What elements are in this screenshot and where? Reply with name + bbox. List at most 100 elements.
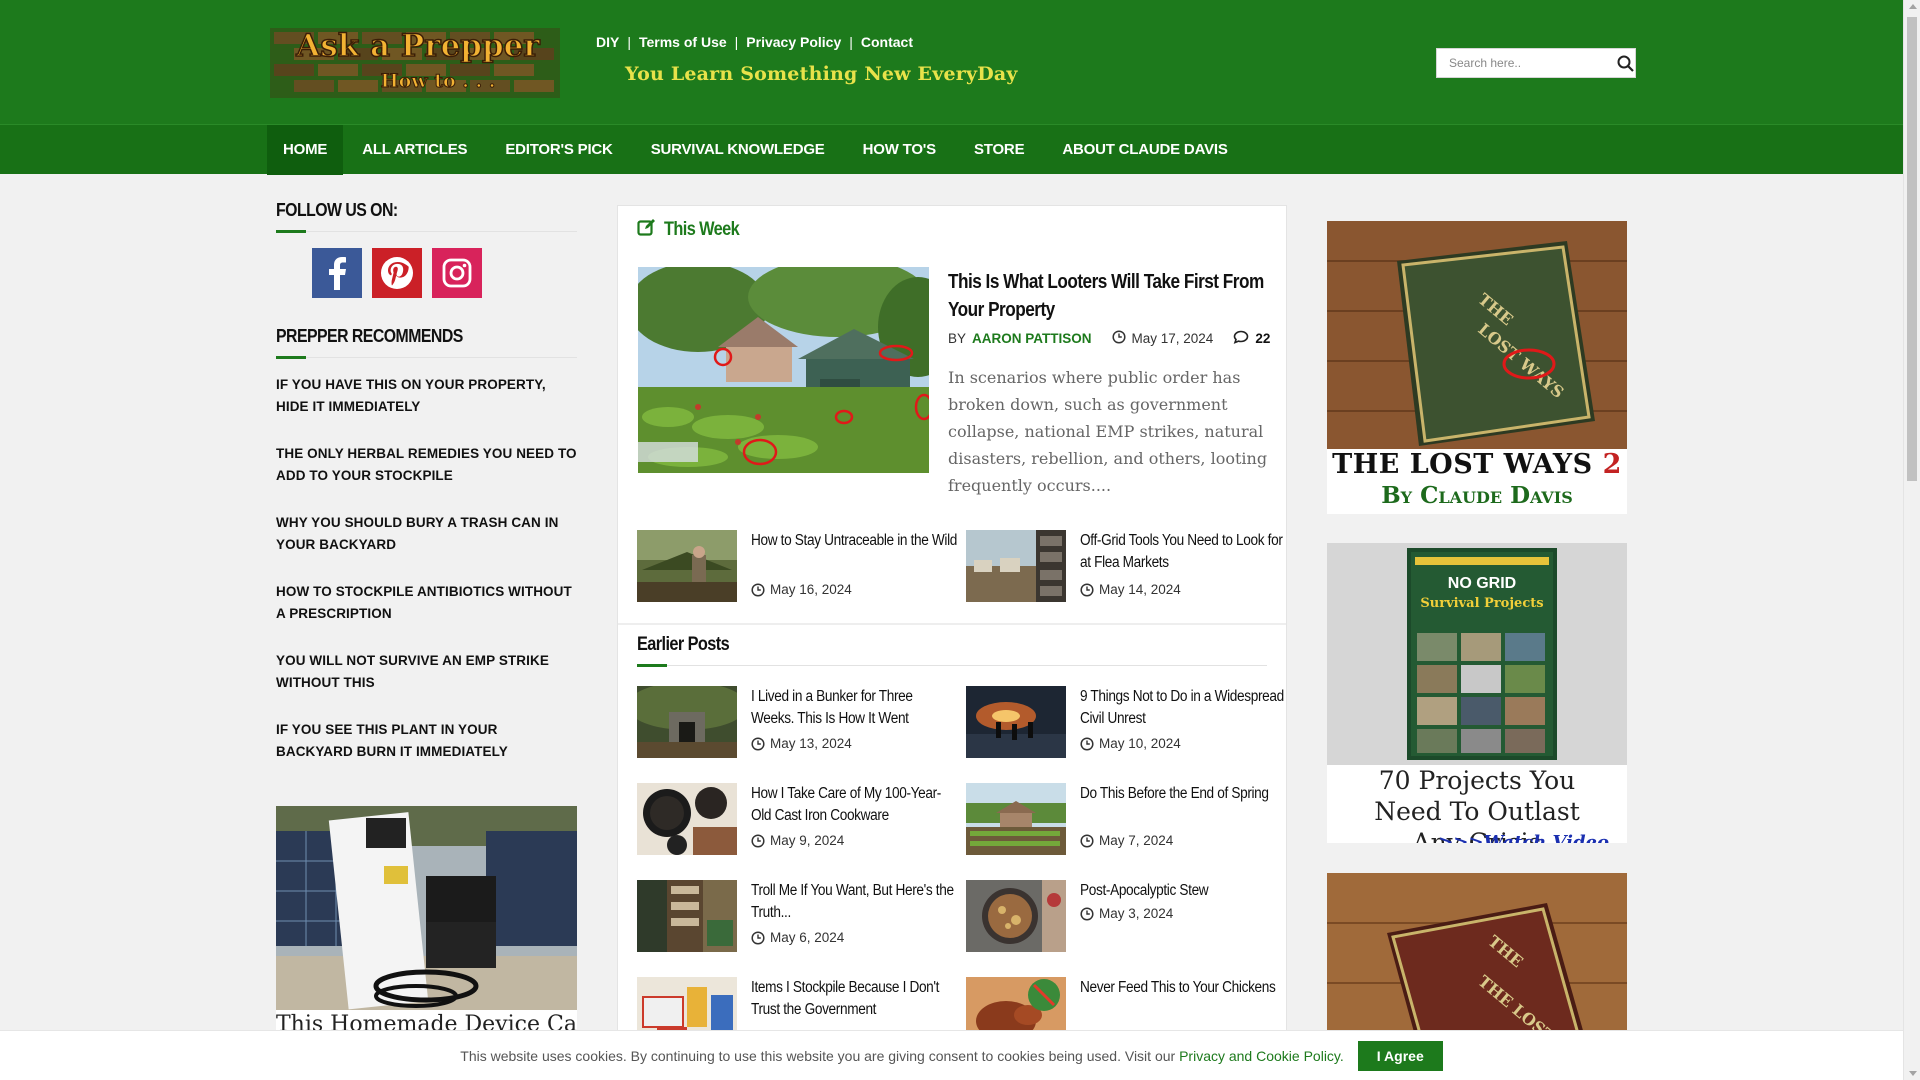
- post-date: May 7, 2024: [1080, 833, 1173, 848]
- scroll-up-icon[interactable]: [1909, 4, 1917, 9]
- post-title[interactable]: Do This Before the End of Spring: [1080, 783, 1287, 805]
- separator: |: [627, 34, 631, 50]
- byline-prefix: BY: [948, 331, 967, 346]
- main-navigation: HOME ALL ARTICLES EDITOR'S PICK SURVIVAL…: [0, 124, 1903, 175]
- clock-icon: [751, 930, 765, 945]
- top-link-diy[interactable]: DIY: [596, 34, 619, 50]
- lost-ways-book-image: THE LOST WAYS: [1327, 221, 1627, 449]
- post-date: May 16, 2024: [751, 582, 852, 597]
- post-thumbnail[interactable]: [966, 530, 1066, 602]
- list-item[interactable]: HOW TO STOCKPILE ANTIBIOTICS WITHOUT A P…: [276, 581, 577, 625]
- post-title[interactable]: Never Feed This to Your Chickens: [1080, 977, 1287, 999]
- post-title[interactable]: Off-Grid Tools You Need to Look for at F…: [1080, 530, 1287, 574]
- scrollbar-thumb[interactable]: [1907, 17, 1917, 481]
- featured-excerpt: In scenarios where public order has brok…: [948, 368, 1268, 495]
- watch-video-link[interactable]: >>>Watch Video: [1438, 827, 1609, 843]
- ad-lost-ways-2[interactable]: THE LOST WAYS THE LOST WAYS 2 By Claude …: [1327, 221, 1627, 514]
- post-thumbnail[interactable]: [966, 686, 1066, 758]
- list-item[interactable]: YOU WILL NOT SURVIVE AN EMP STRIKE WITHO…: [276, 650, 577, 694]
- comment-count[interactable]: 22: [1255, 331, 1270, 346]
- clock-icon: [1111, 330, 1126, 347]
- scroll-down-icon[interactable]: [1909, 1071, 1917, 1076]
- clock-icon: [751, 833, 765, 848]
- nav-survival-knowledge[interactable]: SURVIVAL KNOWLEDGE: [632, 125, 844, 175]
- post-thumbnail[interactable]: [637, 686, 737, 758]
- clock-icon: [751, 736, 765, 751]
- cookie-message: This website uses cookies. By continuing…: [460, 1047, 1344, 1064]
- section-title: This Week: [664, 219, 740, 240]
- post-date: May 9, 2024: [751, 833, 844, 848]
- site-logo[interactable]: Ask a Prepper How to . . .: [268, 18, 568, 104]
- main-content: This Week This Is What Looters Will Take…: [617, 205, 1287, 1080]
- featured-title[interactable]: This Is What Looters Will Take First Fro…: [948, 268, 1266, 324]
- list-item[interactable]: THE ONLY HERBAL REMEDIES YOU NEED TO ADD…: [276, 443, 577, 487]
- follow-title: FOLLOW US ON:: [276, 200, 398, 220]
- facebook-icon[interactable]: [312, 248, 362, 298]
- ad-caption: 70 Projects You Need To Outlast Any Cris…: [1327, 765, 1627, 843]
- list-item[interactable]: Post-Apocalyptic Stew May 3, 2024: [966, 880, 1286, 956]
- pinterest-icon[interactable]: [372, 248, 422, 298]
- list-item[interactable]: WHY YOU SHOULD BURY A TRASH CAN IN YOUR …: [276, 512, 577, 556]
- nav-all-articles[interactable]: ALL ARTICLES: [343, 125, 486, 175]
- search-input[interactable]: [1437, 49, 1616, 77]
- agree-button[interactable]: I Agree: [1357, 1040, 1443, 1071]
- logo-line1: Ask a Prepper: [295, 28, 540, 64]
- solar-device-image: [276, 806, 577, 1036]
- page-scrollbar[interactable]: [1903, 0, 1920, 1080]
- post-title[interactable]: How I Take Care of My 100-Year-Old Cast …: [751, 783, 958, 827]
- list-item[interactable]: Off-Grid Tools You Need to Look for at F…: [966, 530, 1286, 606]
- post-title[interactable]: Troll Me If You Want, But Here's the Tru…: [751, 880, 958, 924]
- top-link-contact[interactable]: Contact: [861, 34, 913, 50]
- clock-icon: [1080, 906, 1094, 921]
- list-item[interactable]: Troll Me If You Want, But Here's the Tru…: [637, 880, 957, 956]
- list-item[interactable]: 9 Things Not to Do in a Widespread Civil…: [966, 686, 1286, 762]
- nav-how-tos[interactable]: HOW TO'S: [844, 125, 955, 175]
- nav-editors-pick[interactable]: EDITOR'S PICK: [486, 125, 631, 175]
- search-icon[interactable]: [1616, 55, 1635, 72]
- section-title: Earlier Posts: [637, 634, 730, 655]
- privacy-policy-link[interactable]: Privacy and Cookie Policy.: [1179, 1048, 1344, 1064]
- cookie-consent-bar: This website uses cookies. By continuing…: [0, 1030, 1903, 1080]
- post-title[interactable]: Post-Apocalyptic Stew: [1080, 880, 1287, 902]
- clock-icon: [1080, 736, 1094, 751]
- instagram-icon[interactable]: [432, 248, 482, 298]
- list-item[interactable]: Do This Before the End of Spring May 7, …: [966, 783, 1286, 859]
- title-underline: [276, 230, 577, 233]
- post-thumbnail[interactable]: [637, 880, 737, 952]
- ad-book-title: THE LOST WAYS: [1332, 449, 1593, 480]
- featured-image[interactable]: [638, 267, 929, 473]
- title-underline: [276, 356, 577, 359]
- edit-icon: [637, 218, 656, 242]
- book-line2: Survival Projects: [1420, 596, 1543, 611]
- post-thumbnail[interactable]: [966, 783, 1066, 855]
- post-title[interactable]: Items I Stockpile Because I Don't Trust …: [751, 977, 958, 1021]
- post-date: May 3, 2024: [1080, 906, 1173, 921]
- post-title[interactable]: 9 Things Not to Do in a Widespread Civil…: [1080, 686, 1287, 730]
- list-item[interactable]: I Lived in a Bunker for Three Weeks. Thi…: [637, 686, 957, 762]
- post-thumbnail[interactable]: [637, 783, 737, 855]
- separator: |: [734, 34, 739, 50]
- comment-icon[interactable]: [1233, 330, 1249, 347]
- post-date: May 14, 2024: [1080, 582, 1181, 597]
- list-item[interactable]: How I Take Care of My 100-Year-Old Cast …: [637, 783, 957, 859]
- nav-home[interactable]: HOME: [267, 125, 344, 175]
- clock-icon: [1080, 833, 1094, 848]
- top-link-terms[interactable]: Terms of Use: [639, 34, 727, 50]
- list-item[interactable]: IF YOU SEE THIS PLANT IN YOUR BACKYARD B…: [276, 719, 577, 763]
- ad-no-grid-projects[interactable]: NO GRID Survival Projects 70 Projects Yo…: [1327, 543, 1627, 843]
- top-link-privacy[interactable]: Privacy Policy: [746, 34, 841, 50]
- site-header: Ask a Prepper How to . . . DIY | Terms o…: [0, 0, 1903, 124]
- post-title[interactable]: How to Stay Untraceable in the Wild: [751, 530, 958, 552]
- author-link[interactable]: AARON PATTISON: [972, 331, 1092, 346]
- list-item[interactable]: IF YOU HAVE THIS ON YOUR PROPERTY, HIDE …: [276, 374, 577, 418]
- list-item[interactable]: How to Stay Untraceable in the Wild May …: [637, 530, 957, 606]
- sidebar-ad-homemade-device[interactable]: This Homemade Device Can: [276, 806, 577, 1036]
- post-thumbnail[interactable]: [966, 880, 1066, 952]
- post-thumbnail[interactable]: [637, 530, 737, 602]
- nav-store[interactable]: STORE: [955, 125, 1043, 175]
- post-title[interactable]: I Lived in a Bunker for Three Weeks. Thi…: [751, 686, 958, 730]
- nav-about[interactable]: ABOUT CLAUDE DAVIS: [1043, 125, 1246, 175]
- book-line1: NO GRID: [1448, 575, 1516, 592]
- tagline: You Learn Something New EveryDay: [625, 63, 1018, 85]
- section-divider: [618, 623, 1286, 625]
